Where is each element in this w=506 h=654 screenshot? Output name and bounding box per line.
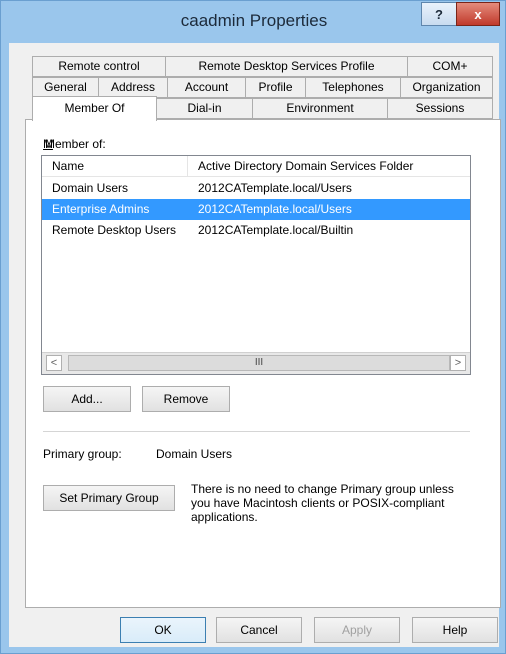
tab-remote-control[interactable]: Remote control: [32, 56, 166, 77]
list-item[interactable]: Remote Desktop Users 2012CATemplate.loca…: [42, 220, 470, 241]
group-name: Enterprise Admins: [52, 202, 150, 216]
tab-com-plus[interactable]: COM+: [407, 56, 493, 77]
tab-profile[interactable]: Profile: [245, 77, 306, 98]
title-bar[interactable]: caadmin Properties ? x: [1, 1, 506, 43]
set-primary-group-label: Set Primary Group: [59, 491, 159, 505]
primary-group-label: Primary group:: [43, 447, 122, 461]
scroll-left-icon[interactable]: <: [46, 355, 62, 371]
tab-general[interactable]: General: [32, 77, 99, 98]
help-title-button[interactable]: ?: [421, 2, 457, 26]
tab-sessions[interactable]: Sessions: [387, 98, 493, 119]
member-of-label: MMember of:: [43, 137, 106, 151]
list-item-selected[interactable]: Enterprise Admins 2012CATemplate.local/U…: [42, 199, 470, 220]
group-folder: 2012CATemplate.local/Users: [198, 202, 352, 216]
tab-dial-in[interactable]: Dial-in: [156, 98, 253, 119]
member-of-label-text: Member of:: [45, 137, 106, 151]
group-folder: 2012CATemplate.local/Users: [198, 181, 352, 195]
column-header-folder[interactable]: Active Directory Domain Services Folder: [188, 156, 470, 177]
column-header-name[interactable]: Name: [42, 156, 188, 177]
scroll-right-icon[interactable]: >: [450, 355, 466, 371]
list-header: Name Active Directory Domain Services Fo…: [42, 156, 470, 177]
help-button[interactable]: Help: [412, 617, 498, 643]
horizontal-scrollbar[interactable]: < III >: [42, 352, 470, 374]
tab-remote-desktop-services-profile[interactable]: Remote Desktop Services Profile: [165, 56, 408, 77]
close-button[interactable]: x: [456, 2, 500, 26]
cancel-button[interactable]: Cancel: [216, 617, 302, 643]
tab-environment[interactable]: Environment: [252, 98, 388, 119]
tab-organization[interactable]: Organization: [400, 77, 493, 98]
properties-window: caadmin Properties ? x Remote control Re…: [0, 0, 506, 654]
remove-button[interactable]: Remove: [142, 386, 230, 412]
tab-member-of[interactable]: Member Of: [32, 96, 157, 121]
tab-telephones[interactable]: Telephones: [305, 77, 401, 98]
group-folder: 2012CATemplate.local/Builtin: [198, 223, 354, 237]
separator: [43, 431, 470, 432]
ok-button[interactable]: OK: [120, 617, 206, 643]
primary-group-value: Domain Users: [156, 447, 233, 461]
scroll-thumb[interactable]: III: [68, 355, 450, 371]
apply-button[interactable]: Apply: [314, 617, 400, 643]
note-line: There is no need to change Primary group…: [191, 482, 454, 496]
note-line: you have Macintosh clients or POSIX-comp…: [191, 496, 445, 510]
remove-button-label: Remove: [163, 392, 209, 406]
member-of-listview[interactable]: Name Active Directory Domain Services Fo…: [41, 155, 471, 375]
set-primary-group-button[interactable]: Set Primary Group: [43, 485, 175, 511]
tab-address[interactable]: Address: [98, 77, 168, 98]
note-line: applications.: [191, 510, 258, 524]
add-button[interactable]: Add...: [43, 386, 131, 412]
primary-group-note: There is no need to change Primary group…: [191, 482, 481, 524]
list-item[interactable]: Domain Users 2012CATemplate.local/Users: [42, 178, 470, 199]
group-name: Remote Desktop Users: [52, 223, 177, 237]
group-name: Domain Users: [52, 181, 129, 195]
tab-account[interactable]: Account: [167, 77, 246, 98]
add-button-label: Add...: [71, 392, 103, 406]
